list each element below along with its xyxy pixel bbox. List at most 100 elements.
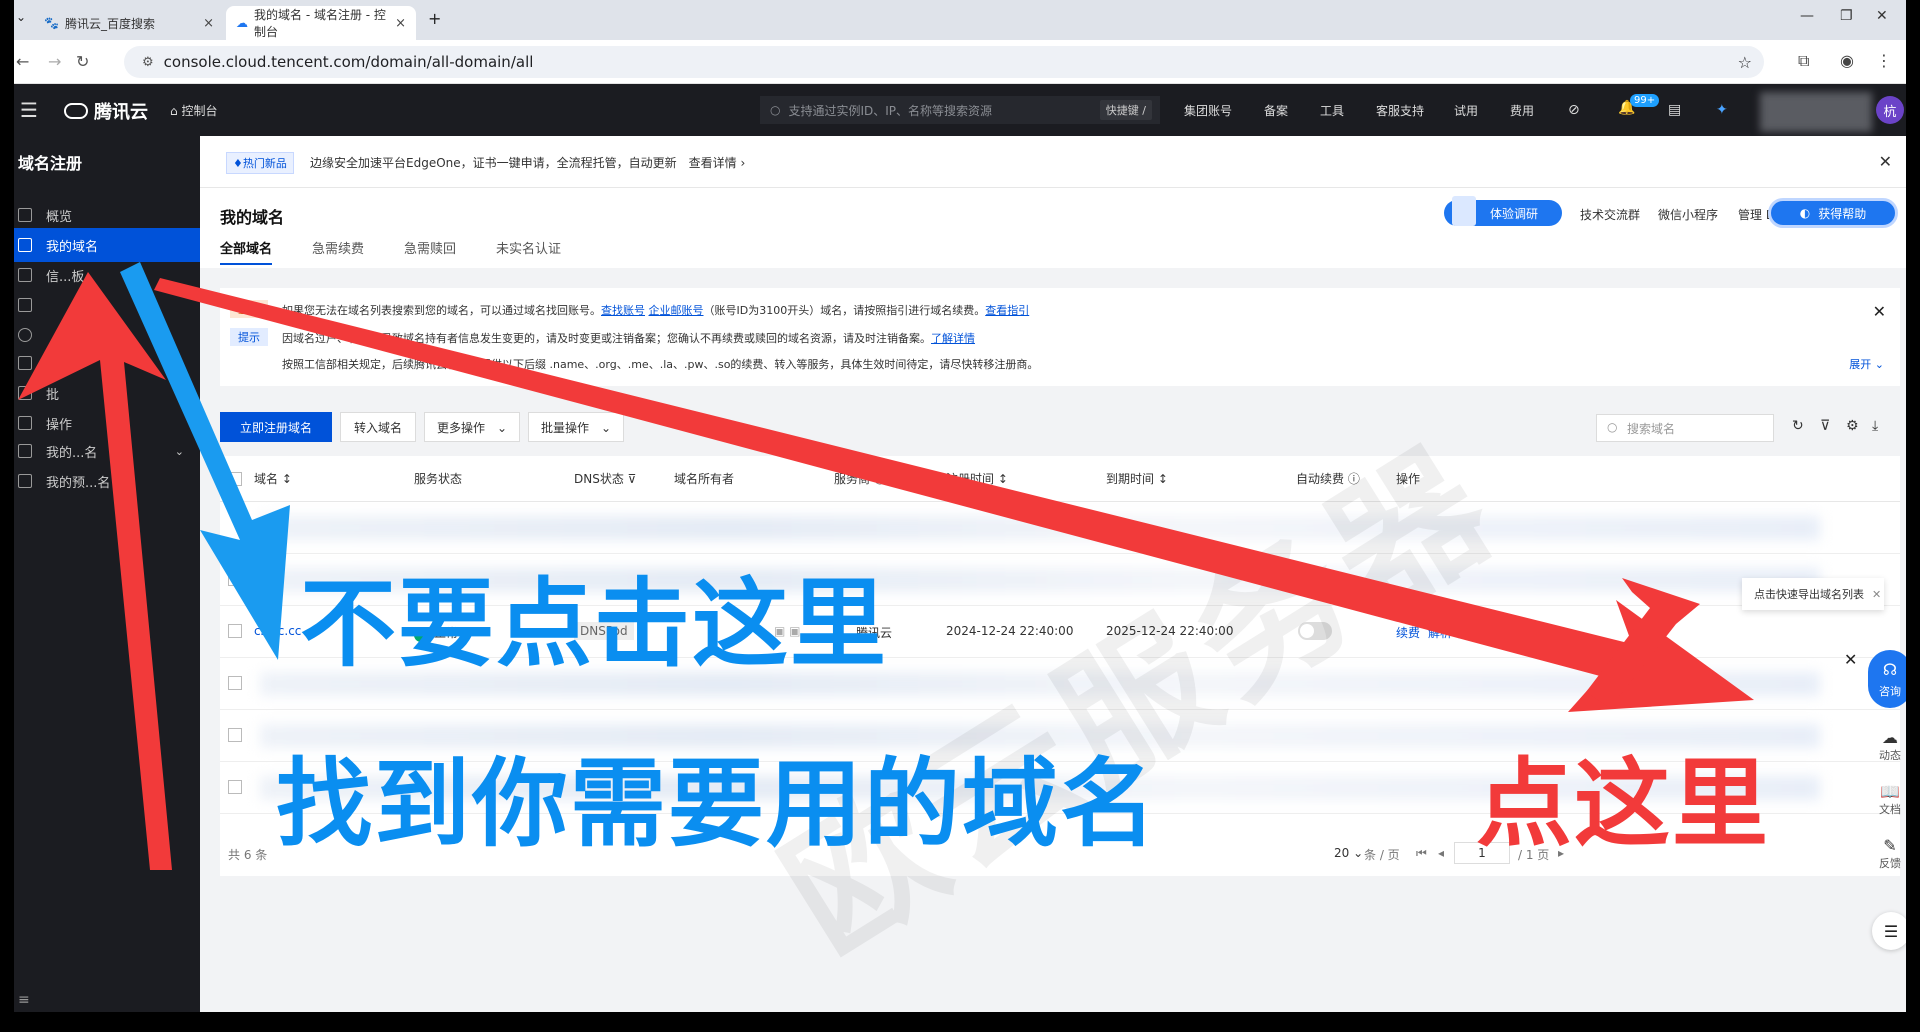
bookmark-star-icon[interactable]: ☆	[1738, 53, 1752, 72]
cart-icon[interactable]: ▤	[1668, 102, 1681, 118]
close-icon[interactable]: ✕	[1879, 152, 1892, 171]
tencent-cloud-logo[interactable]: 腾讯云	[64, 98, 148, 124]
sidebar-item-label: 我的域名	[46, 239, 99, 255]
url-field[interactable]: ⚙ console.cloud.tencent.com/domain/all-d…	[124, 46, 1764, 78]
col-dns[interactable]: DNS状态 ⊽	[574, 470, 636, 487]
sidebar-item-my-domains[interactable]: 我的域名	[14, 228, 200, 262]
more-link[interactable]: 更多 ⌄	[1486, 624, 1524, 641]
more-actions-dropdown[interactable]: 更多操作 ⌄	[424, 412, 520, 442]
sidebar-item-overview[interactable]: 概览	[14, 198, 200, 232]
tab-list-chevron-icon[interactable]: ⌄	[16, 10, 26, 24]
table-header: 域名 ↕ 服务状态 DNS状态 ⊽ 域名所有者 服务商 ⓘ 注册时间 ↕ 到期时…	[220, 456, 1900, 502]
tab-renew-urgent[interactable]: 急需续费	[312, 238, 364, 265]
col-registered[interactable]: 注册时间 ↕	[946, 470, 1008, 487]
row-checkbox[interactable]	[228, 572, 242, 586]
find-account-link[interactable]: 查找账号	[601, 304, 645, 317]
domain-search-input[interactable]: ○ 搜索域名	[1596, 414, 1774, 442]
domain-name-link[interactable]: csidc.cc	[254, 624, 301, 638]
tab-domain-console[interactable]: ☁ 我的域名 - 域名注册 - 控制台 ×	[226, 6, 416, 40]
get-help-button[interactable]: ◐ 获得帮助	[1768, 198, 1898, 228]
extensions-icon[interactable]: ⧉	[1798, 51, 1809, 71]
enterprise-mail-link[interactable]: 企业邮账号	[649, 304, 704, 317]
row-checkbox[interactable]	[228, 728, 242, 742]
back-icon[interactable]: ←	[16, 52, 29, 71]
col-expires[interactable]: 到期时间 ↕	[1106, 470, 1168, 487]
close-tab-icon[interactable]: ×	[203, 16, 214, 31]
ai-assistant-icon[interactable]: ✦	[1716, 102, 1728, 118]
prev-page-icon[interactable]: ◂	[1438, 846, 1444, 860]
row-checkbox[interactable]	[228, 676, 242, 690]
consult-button[interactable]: ☊ 咨询	[1868, 650, 1906, 708]
close-icon[interactable]: ✕	[1844, 650, 1857, 669]
expand-link[interactable]: 展开 ⌄	[1849, 356, 1884, 372]
reload-icon[interactable]: ↻	[76, 52, 89, 71]
notice-link[interactable]: 查看详情 ›	[689, 156, 746, 170]
page-size-select[interactable]: 20 ⌄	[1334, 846, 1363, 860]
close-icon[interactable]: ✕	[1873, 302, 1886, 321]
console-link[interactable]: ⌂ 控制台	[170, 102, 217, 119]
tech-group-link[interactable]: 技术交流群	[1580, 206, 1640, 223]
settings-icon[interactable]: ⚙	[1846, 418, 1859, 434]
filter-icon[interactable]: ⊽	[1820, 418, 1830, 434]
close-tab-icon[interactable]: ×	[395, 16, 406, 31]
first-page-icon[interactable]: ⏮	[1416, 846, 1427, 861]
tool-label: 动态	[1879, 749, 1901, 762]
close-icon[interactable]: ✕	[1872, 588, 1881, 601]
tab-unverified[interactable]: 未实名认证	[496, 238, 561, 265]
minimize-icon[interactable]: —	[1800, 8, 1814, 24]
close-window-icon[interactable]: ✕	[1876, 8, 1888, 24]
avatar[interactable]: 杭	[1876, 96, 1904, 124]
browser-menu-icon[interactable]: ⋮	[1876, 51, 1892, 70]
mini-program-link[interactable]: 微信小程序	[1658, 206, 1718, 223]
compass-icon[interactable]: ⊘	[1568, 102, 1580, 118]
tab-redeem-urgent[interactable]: 急需赎回	[404, 238, 456, 265]
forward-icon[interactable]: →	[48, 52, 61, 71]
sidebar-item-my-reserved[interactable]: 我的预...名	[14, 464, 200, 498]
page-size-value: 20	[1334, 846, 1350, 860]
nav-billing[interactable]: 费用	[1510, 102, 1534, 119]
collapse-sidebar-icon[interactable]: ≡	[18, 992, 30, 1008]
profile-icon[interactable]: ◉	[1840, 51, 1854, 70]
nav-group-account[interactable]: 集团账号	[1184, 102, 1232, 119]
nav-icp[interactable]: 备案	[1264, 102, 1288, 119]
tool-label: 文档	[1879, 803, 1901, 816]
transfer-domain-button[interactable]: 转入域名	[340, 412, 416, 442]
news-button[interactable]: ☁ 动态	[1866, 728, 1906, 763]
tab-all-domains[interactable]: 全部域名	[220, 238, 273, 265]
restore-icon[interactable]: ❐	[1840, 8, 1853, 24]
list-menu-icon[interactable]: ☰	[1872, 912, 1906, 950]
row-checkbox[interactable]	[228, 780, 242, 794]
new-tab-button[interactable]: +	[428, 9, 441, 28]
nav-support[interactable]: 客服支持	[1376, 102, 1424, 119]
book-icon: 📖	[1880, 782, 1900, 801]
nav-tools[interactable]: 工具	[1320, 102, 1344, 119]
select-all-checkbox[interactable]	[228, 472, 242, 486]
feedback-button[interactable]: ✎ 反馈	[1866, 836, 1906, 871]
hamburger-menu-icon[interactable]: ☰	[20, 98, 38, 122]
nav-trial[interactable]: 试用	[1454, 102, 1478, 119]
docs-button[interactable]: 📖 文档	[1866, 782, 1906, 817]
sidebar-item-template[interactable]: 信...板	[14, 258, 200, 292]
tab-baidu[interactable]: 🐾 腾讯云_百度搜索 ×	[34, 6, 224, 40]
survey-button[interactable]: 体验调研	[1444, 196, 1562, 226]
view-guide-link[interactable]: 查看指引	[985, 304, 1029, 317]
more-label: 更多	[1486, 626, 1511, 640]
batch-actions-dropdown[interactable]: 批量操作 ⌄	[528, 412, 624, 442]
refresh-icon[interactable]: ↻	[1792, 418, 1804, 434]
sidebar-item-6[interactable]: 域	[14, 346, 200, 380]
sidebar-item-batch[interactable]: 批	[14, 376, 200, 410]
sidebar-item-my-xx[interactable]: 我的...名 ⌄	[14, 434, 200, 468]
col-domain[interactable]: 域名 ↕	[254, 470, 292, 487]
register-domain-button[interactable]: 立即注册域名	[220, 412, 332, 442]
global-search-input[interactable]: ○ 支持通过实例ID、IP、名称等搜索资源 快捷键 /	[760, 96, 1160, 124]
manage-link[interactable]: 管理	[1456, 624, 1480, 641]
download-icon[interactable]: ⤓	[1872, 418, 1878, 434]
account-name-blurred[interactable]	[1760, 92, 1872, 132]
tab-title: 腾讯云_百度搜索	[64, 16, 155, 31]
per-page-label: 条 / 页	[1364, 848, 1400, 862]
learn-more-link[interactable]: 了解详情	[931, 332, 975, 345]
site-settings-icon[interactable]: ⚙	[142, 55, 154, 70]
sidebar-item-4[interactable]	[14, 288, 200, 322]
address-bar: ← → ↻ ⚙ console.cloud.tencent.com/domain…	[14, 40, 1906, 84]
row-checkbox[interactable]	[228, 624, 242, 638]
